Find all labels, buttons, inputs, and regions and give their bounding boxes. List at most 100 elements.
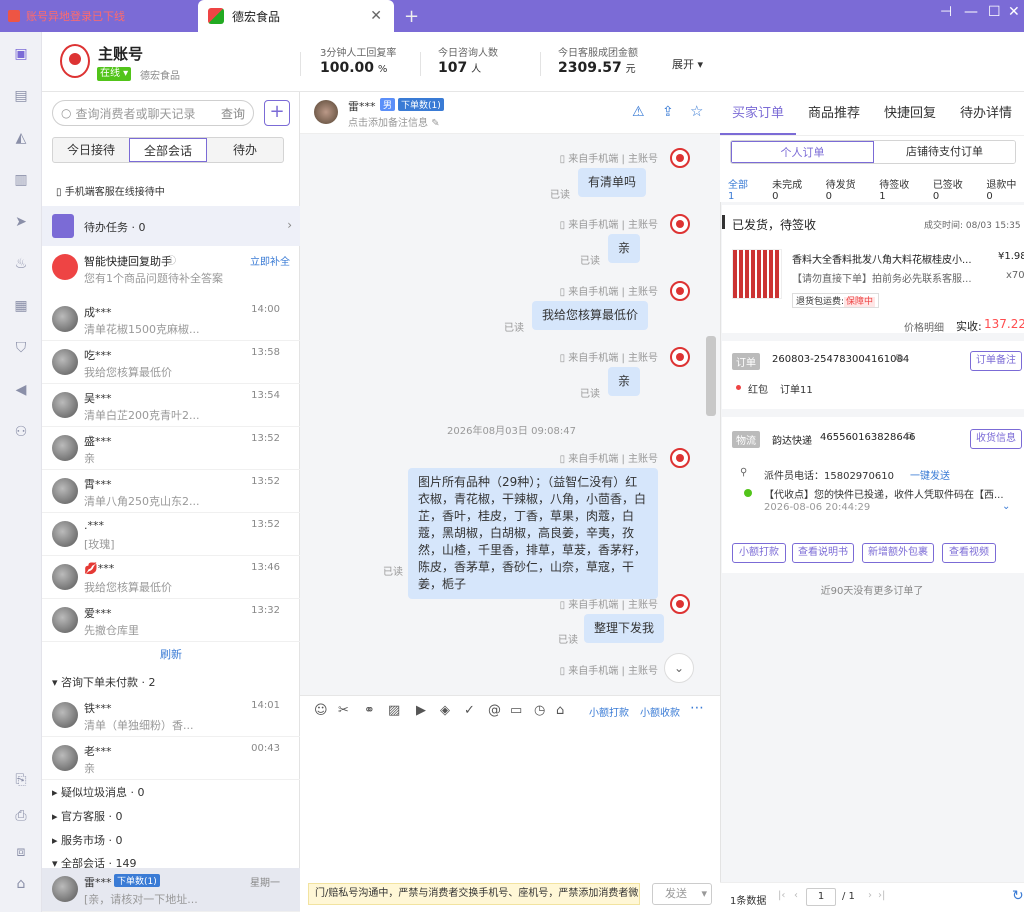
tab-all[interactable]: 全部会话 <box>129 138 207 162</box>
copy-icon[interactable]: ⧉ <box>906 431 913 442</box>
tab-offline-warning[interactable]: 账号异地登录已下线 <box>0 0 198 32</box>
tab-quick-reply[interactable]: 快捷回复 <box>872 92 948 135</box>
group-spam[interactable]: ▸ 疑似垃圾消息 · 0 <box>52 784 145 800</box>
receiver-info-button[interactable]: 收货信息 <box>970 429 1022 449</box>
scroll-down-button[interactable]: ⌄ <box>664 653 694 683</box>
users-icon[interactable]: ⚇ <box>11 422 31 442</box>
tab-todo-detail[interactable]: 待办详情 <box>948 92 1024 135</box>
list-item[interactable]: 吃*** 13:58 我给您核算最低价 <box>42 341 300 384</box>
group-official[interactable]: ▸ 官方客服 · 0 <box>52 808 123 824</box>
product-image[interactable] <box>732 249 782 299</box>
refresh-button[interactable]: 刷新 <box>42 646 300 662</box>
star-icon[interactable]: ☆ <box>690 102 703 120</box>
close-window-icon[interactable]: ✕ <box>1008 4 1020 20</box>
tab-recommend[interactable]: 商品推荐 <box>796 92 872 135</box>
clock-icon[interactable]: ◷ <box>534 703 545 718</box>
check-icon[interactable]: ✓ <box>464 703 475 718</box>
filter-refund[interactable]: 退款中 0 <box>986 176 1024 202</box>
send-one-click-link[interactable]: 一键发送 <box>910 467 950 482</box>
list-item[interactable]: .*** 13:52 [玫瑰] <box>42 513 300 556</box>
scissors-icon[interactable]: ✂ <box>338 703 349 718</box>
toolbox-icon[interactable]: ⧈ <box>11 842 31 862</box>
tab-personal-orders[interactable]: 个人订单 <box>731 141 874 163</box>
extra-package-button[interactable]: 新增额外包裹 <box>862 543 934 563</box>
fire-icon[interactable]: ♨ <box>11 254 31 274</box>
group-unpaid[interactable]: ▾ 咨询下单未付款 · 2 <box>52 674 156 690</box>
next-page-icon[interactable]: › <box>868 890 872 901</box>
help-icon[interactable]: ⓘ <box>166 252 176 267</box>
tab-today[interactable]: 今日接待 <box>53 138 129 162</box>
copy-icon[interactable]: ⧉ <box>896 353 903 364</box>
expand-button[interactable]: 展开 ▾ <box>672 56 703 72</box>
order-note-button[interactable]: 订单备注 <box>970 351 1022 371</box>
message-bubble[interactable]: 图片所有品种（29种）；（益智仁没有）红衣椒，青花椒，干辣椒，八角，小茴香，白芷… <box>408 468 658 599</box>
list-item[interactable]: 成*** 14:00 清单花椒1500克麻椒... <box>42 298 300 341</box>
new-tab-button[interactable]: + <box>404 6 419 27</box>
list-item-selected[interactable]: 雷*** 下单数(1) 星期一 [亲，请核对一下地址... <box>42 868 300 912</box>
list-item[interactable]: 铁*** 14:01 清单（单独细粉）香... <box>42 694 300 737</box>
tag-icon[interactable]: ◈ <box>440 703 450 718</box>
note-hint[interactable]: 点击添加备注信息 ✎ <box>348 114 440 129</box>
video-icon[interactable]: ▶ <box>416 703 426 718</box>
message-bubble[interactable]: 有清单吗 <box>578 168 647 197</box>
chart-icon[interactable]: ▥ <box>11 170 31 190</box>
small-payment-link[interactable]: 小额打款 <box>589 704 629 719</box>
chevron-down-icon[interactable]: ⌄ <box>1002 501 1010 512</box>
status-dropdown[interactable]: 在线 ▾ <box>97 67 132 81</box>
close-tab-icon[interactable]: ✕ <box>370 8 382 24</box>
share-icon[interactable]: ⇪ <box>662 104 674 120</box>
home-icon[interactable]: ⌂ <box>11 874 31 894</box>
filter-to-receive[interactable]: 待签收 1 <box>879 176 917 202</box>
search-button[interactable]: 查询 <box>221 105 245 122</box>
chat-icon[interactable]: ▣ <box>11 44 31 64</box>
small-receive-link[interactable]: 小额收款 <box>640 704 680 719</box>
search-input[interactable]: ○ 查询消费者或聊天记录 查询 <box>52 100 254 126</box>
bag-icon[interactable]: ◭ <box>11 128 31 148</box>
last-page-icon[interactable]: ›| <box>878 890 885 901</box>
view-video-button[interactable]: 查看视频 <box>942 543 996 563</box>
tab-buyer-orders[interactable]: 买家订单 <box>720 92 796 135</box>
rocket-icon[interactable]: ➤ <box>11 212 31 232</box>
refresh-icon[interactable]: ↻ <box>1012 888 1024 904</box>
fill-now-link[interactable]: 立即补全 <box>250 253 290 268</box>
at-icon[interactable]: @ <box>488 703 501 718</box>
message-bubble[interactable]: 亲 <box>608 234 641 263</box>
manual-button[interactable]: 查看说明书 <box>792 543 854 563</box>
printer-icon[interactable]: ⎙ <box>11 806 31 826</box>
tab-shop[interactable]: 德宏食品 ✕ <box>198 0 394 32</box>
list-item[interactable]: 盛*** 13:52 亲 <box>42 427 300 470</box>
list-item[interactable]: 💋*** 13:46 我给您核算最低价 <box>42 556 300 599</box>
message-bubble[interactable]: 我给您核算最低价 <box>532 301 649 330</box>
gift-icon[interactable]: ⌂ <box>556 703 564 718</box>
list-item[interactable]: 爱*** 13:32 先撤仓库里 <box>42 599 300 642</box>
erp-icon[interactable]: ⎘ <box>11 770 31 790</box>
document-icon[interactable]: ▤ <box>11 86 31 106</box>
image-icon[interactable]: ▨ <box>388 703 400 718</box>
small-payment-button[interactable]: 小额打款 <box>732 543 786 563</box>
more-icon[interactable]: ⋯ <box>690 700 704 716</box>
filter-unfinished[interactable]: 未完成 0 <box>772 176 810 202</box>
apps-icon[interactable]: ▦ <box>11 296 31 316</box>
message-bubble[interactable]: 亲 <box>608 367 641 396</box>
alert-icon[interactable]: ⚠ <box>632 104 645 120</box>
group-market[interactable]: ▸ 服务市场 · 0 <box>52 832 123 848</box>
first-page-icon[interactable]: |‹ <box>778 890 785 901</box>
tab-shop-unpaid[interactable]: 店铺待支付订单 <box>874 141 1015 163</box>
link-icon[interactable]: ⚭ <box>364 703 375 718</box>
list-item[interactable]: 吴*** 13:54 清单白芷200克青叶2... <box>42 384 300 427</box>
emoji-icon[interactable]: ☺ <box>314 703 328 718</box>
page-input[interactable]: 1 <box>806 888 836 906</box>
message-bubble[interactable]: 整理下发我 <box>584 614 665 643</box>
todo-task-row[interactable]: 待办任务 · 0 › <box>42 206 300 246</box>
filter-all[interactable]: 全部 1 <box>728 176 756 202</box>
list-item[interactable]: 霄*** 13:52 清单八角250克山东2... <box>42 470 300 513</box>
assistant-row[interactable]: 智能快捷回复助手 ⓘ 立即补全 您有1个商品问题待补全答案 <box>42 248 300 294</box>
add-button[interactable]: + <box>264 100 290 126</box>
maximize-icon[interactable]: ☐ <box>988 4 1001 20</box>
prev-page-icon[interactable]: ‹ <box>794 890 798 901</box>
scrollbar[interactable] <box>706 336 716 416</box>
pin-icon[interactable]: ⊣ <box>940 4 952 20</box>
filter-received[interactable]: 已签收 0 <box>933 176 971 202</box>
shield-icon[interactable]: ⛉ <box>11 338 31 358</box>
tab-todo[interactable]: 待办 <box>207 138 283 162</box>
